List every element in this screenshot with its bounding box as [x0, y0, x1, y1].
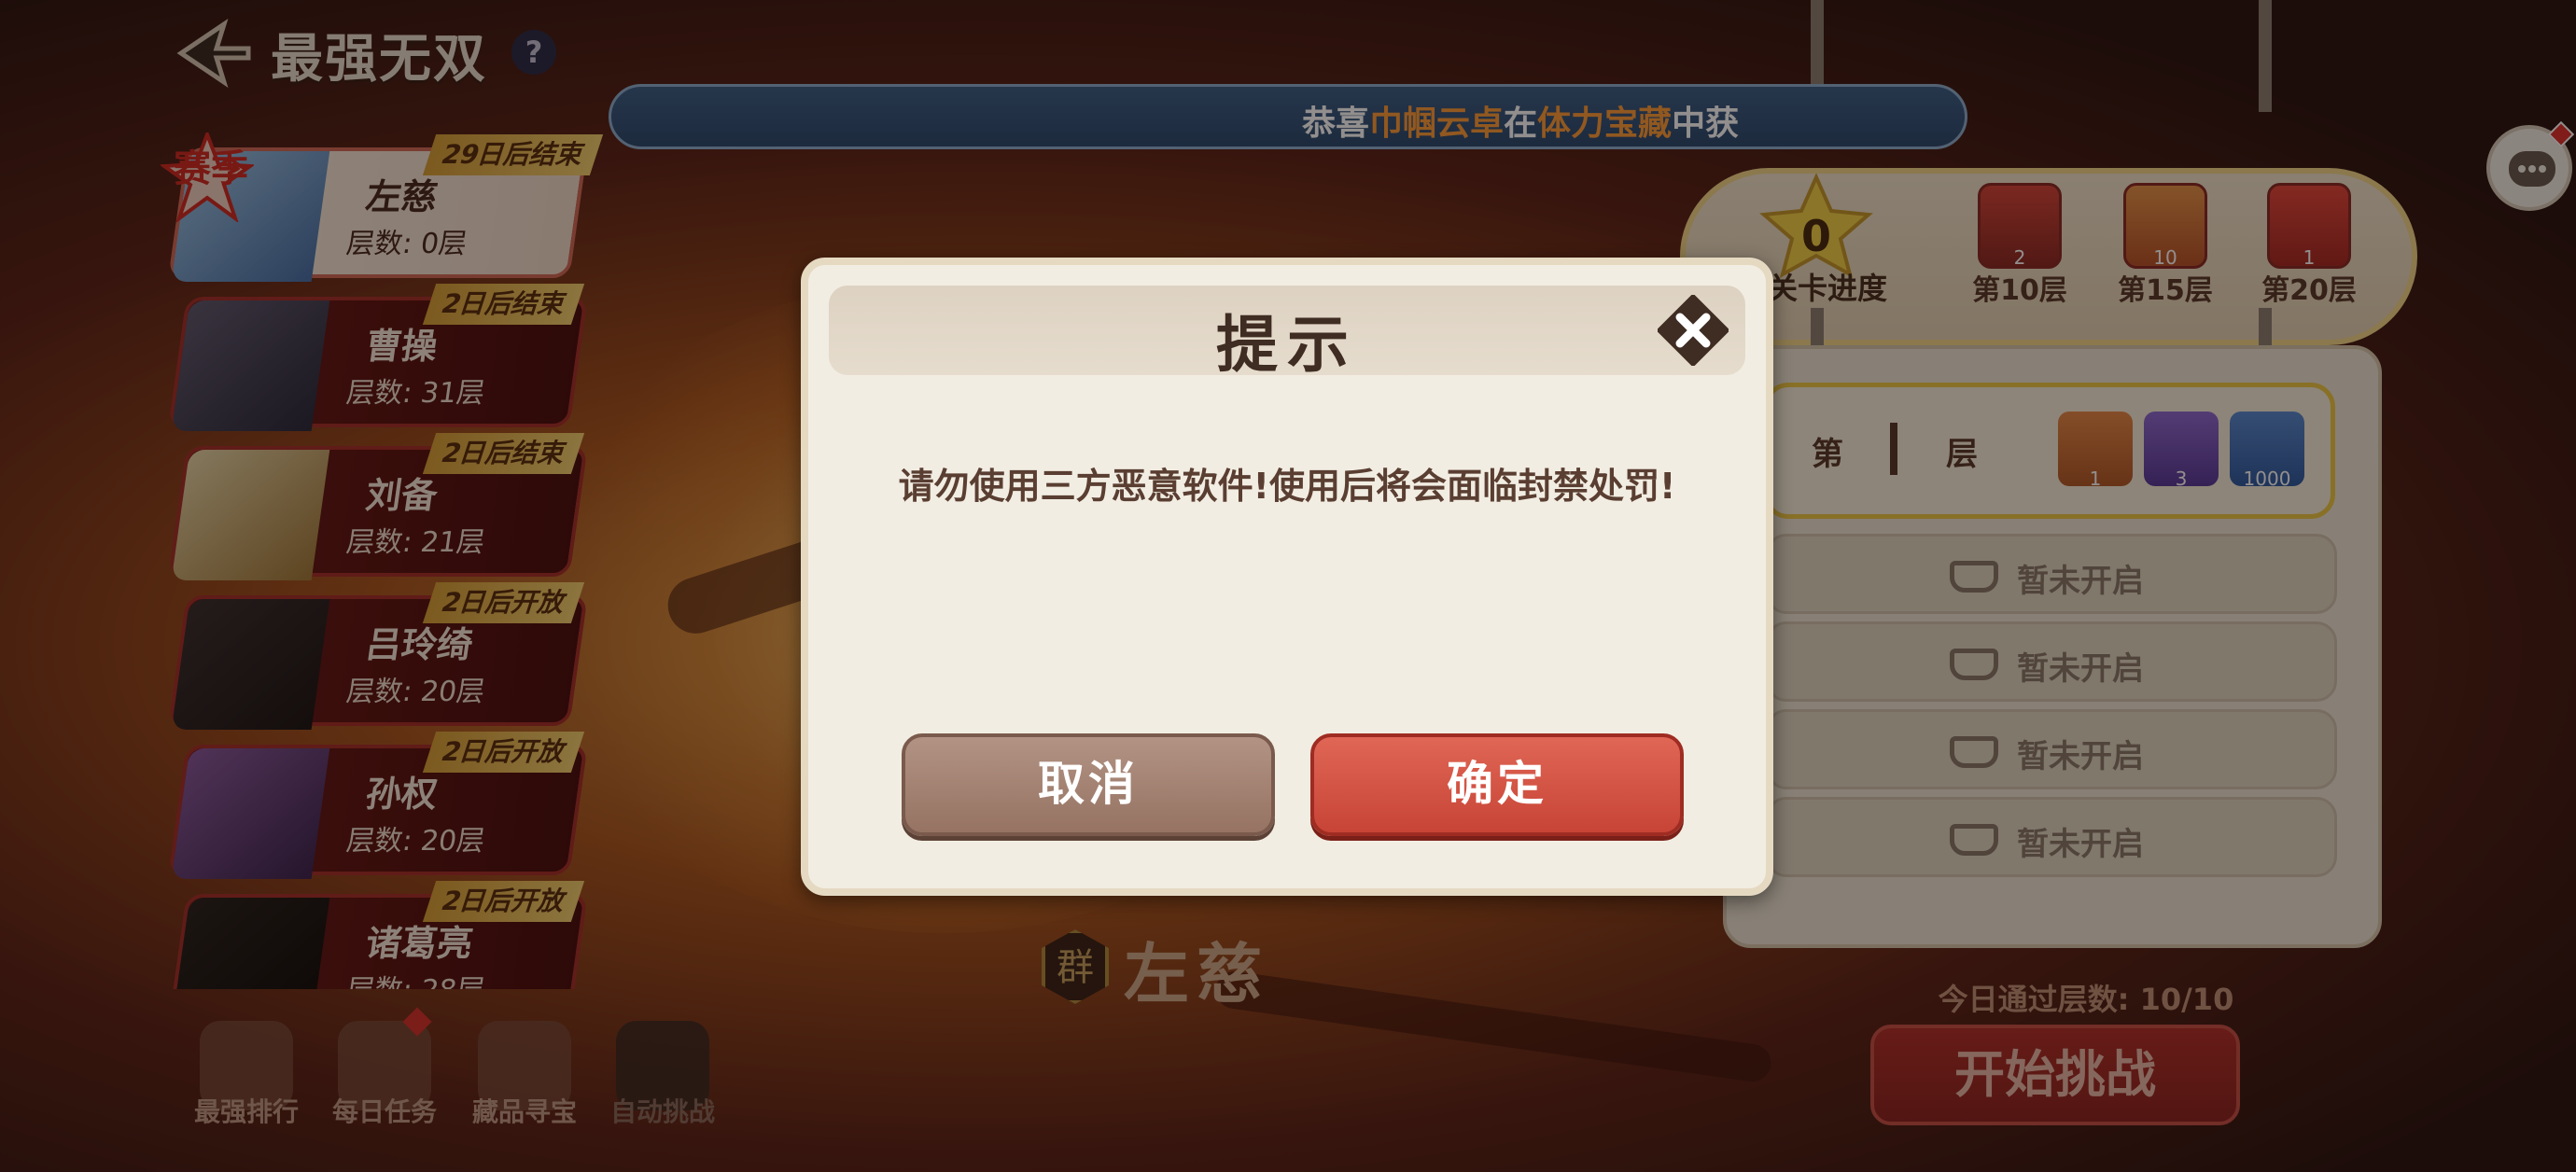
dialog-message: 请勿使用三方恶意软件!使用后将会面临封禁处罚!	[898, 466, 1676, 507]
close-icon[interactable]	[1656, 293, 1730, 368]
cancel-button[interactable]: 取消	[902, 733, 1275, 836]
confirm-button[interactable]: 确定	[1310, 733, 1684, 836]
dialog-title: 提示	[1216, 309, 1358, 381]
dialog-header: 提示	[829, 286, 1745, 381]
warning-dialog: 提示 请勿使用三方恶意软件!使用后将会面临封禁处罚! 取消 确定	[801, 258, 1773, 896]
